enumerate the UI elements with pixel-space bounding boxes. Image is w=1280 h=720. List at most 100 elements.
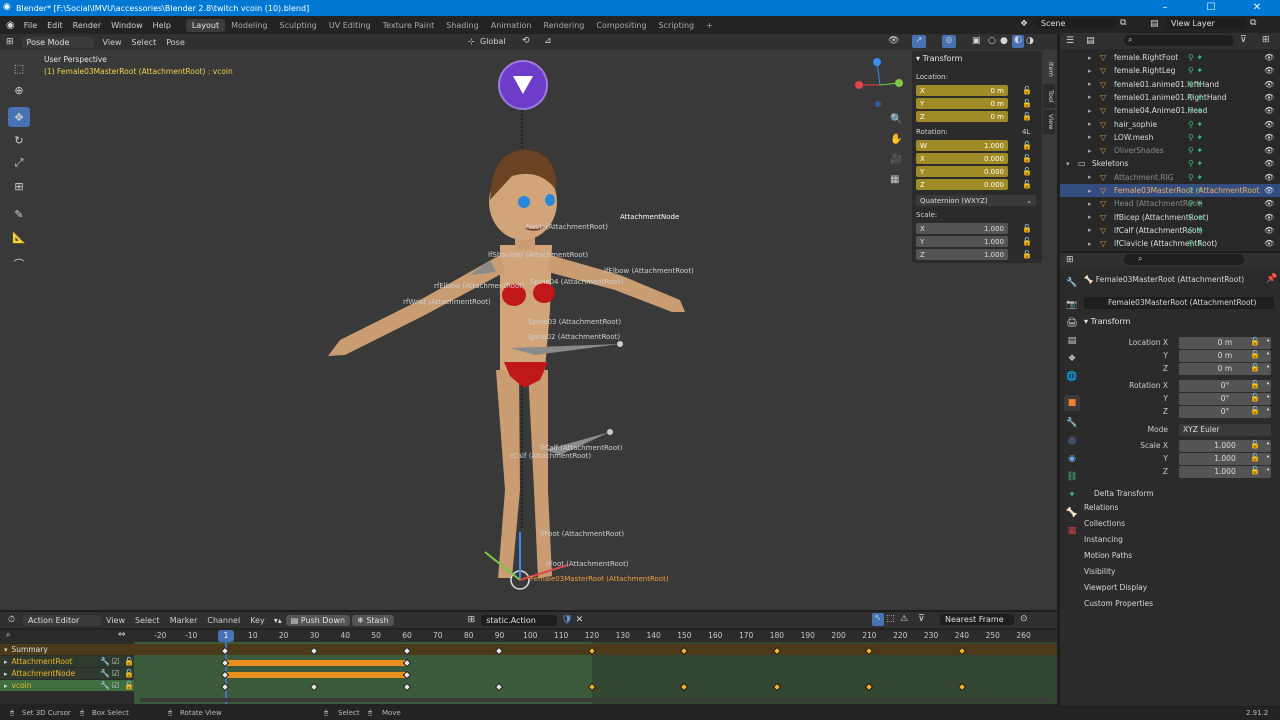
bone-data-tab-icon[interactable]: ✦ <box>1064 487 1080 503</box>
keyframe-dot-icon[interactable]: • <box>1266 337 1270 345</box>
constraints-tab-icon[interactable]: ⛓ <box>1064 469 1080 485</box>
expand-arrow-icon[interactable]: ▸ <box>1088 67 1092 75</box>
snap-mode-dropdown[interactable]: Nearest Frame <box>940 614 1014 625</box>
view-layer-icon[interactable]: ▤ <box>1150 19 1159 29</box>
dopesheet-menu-select[interactable]: Select <box>130 616 165 625</box>
dopesheet-filter-icon[interactable]: ⊽ <box>918 614 925 624</box>
tab-sculpting[interactable]: Sculpting <box>274 19 323 32</box>
section-instancing[interactable]: Instancing <box>1084 535 1123 544</box>
minimize-button[interactable]: – <box>1142 0 1188 16</box>
visibility-icon[interactable]: 👁 <box>888 36 899 46</box>
rotation-y-field[interactable]: Y 0.000 <box>916 166 1008 177</box>
scene-field[interactable]: Scene <box>1036 18 1116 29</box>
viewport-menu-select[interactable]: Select <box>127 38 162 47</box>
new-view-layer-icon[interactable]: ⧉ <box>1250 18 1256 28</box>
texture-tab-icon[interactable]: ▦ <box>1064 523 1080 539</box>
menu-render[interactable]: Render <box>68 21 106 30</box>
expand-arrow-icon[interactable]: ▸ <box>1088 93 1092 101</box>
show-hidden-icon[interactable]: ⬚ <box>886 614 895 624</box>
tab-modeling[interactable]: Modeling <box>225 19 273 32</box>
visibility-eye-icon[interactable]: 👁 <box>1264 53 1274 62</box>
expand-arrow-icon[interactable]: ▸ <box>1088 147 1092 155</box>
menu-file[interactable]: File <box>19 21 42 30</box>
grid-view-icon[interactable]: ▦ <box>890 174 899 185</box>
fake-user-icon[interactable]: 🛡 <box>561 615 572 625</box>
wrench-icon[interactable]: 🔧 <box>100 657 110 666</box>
expand-arrow-icon[interactable]: ▸ <box>1088 80 1092 88</box>
outliner-row[interactable]: ▸ ▽ hair_sophie ⚲ ✦ 👁 <box>1060 118 1280 131</box>
3d-viewport[interactable]: User Perspective (1) Female03MasterRoot … <box>0 50 1057 610</box>
transform-panel-title[interactable]: ▾ Transform <box>916 54 1036 66</box>
keyframe-dot-icon[interactable]: • <box>1266 393 1270 401</box>
dopesheet-menu-view[interactable]: View <box>101 616 130 625</box>
expand-arrow-icon[interactable]: ▸ <box>4 682 8 690</box>
keyframe-dot-icon[interactable]: • <box>1266 350 1270 358</box>
expand-arrow-icon[interactable]: ▸ <box>1088 120 1092 128</box>
expand-arrow-icon[interactable]: ▸ <box>1088 213 1092 221</box>
outliner-row[interactable]: ▸ ▽ lfBicep (AttachmentRoot) ⚲ ✦ 👁 <box>1060 211 1280 224</box>
keyframe-dot-icon[interactable]: • <box>1266 363 1270 371</box>
rotation-w-field[interactable]: W 1.000 <box>916 140 1008 151</box>
proportional-icon[interactable]: ⊙ <box>1020 614 1028 624</box>
errors-icon[interactable]: ⚠ <box>900 614 908 624</box>
expand-arrow-icon[interactable]: ▸ <box>1088 133 1092 141</box>
outliner-row[interactable]: ▸ ▽ lfCalf (AttachmentRoot) ⚲ ✦ 👁 <box>1060 224 1280 237</box>
rotation-mode-dropdown[interactable]: Quaternion (WXYZ) ⌄ <box>916 195 1036 206</box>
expand-arrow-icon[interactable]: ▸ <box>1088 240 1092 248</box>
action-name-field[interactable]: static.Action <box>481 614 558 626</box>
tab-rendering[interactable]: Rendering <box>538 19 591 32</box>
lock-icon[interactable]: 🔓 <box>1022 99 1032 108</box>
visibility-eye-icon[interactable]: 👁 <box>1264 133 1274 142</box>
lock-icon[interactable]: 🔓 <box>1022 237 1032 246</box>
outliner-row[interactable]: ▸ ▽ female04.Anime01.Head ⚲ ✦ 👁 <box>1060 104 1280 117</box>
editor-type-icon[interactable]: ⊞ <box>6 37 14 47</box>
section-relations[interactable]: Relations <box>1084 503 1118 512</box>
lock-icon[interactable]: 🔓 <box>124 657 134 666</box>
editor-type-icon[interactable]: ⏱ <box>8 615 15 625</box>
particles-tab-icon[interactable]: ◎ <box>1064 433 1080 449</box>
editor-type-icon[interactable]: ☰ <box>1066 36 1074 46</box>
tab-texture-paint[interactable]: Texture Paint <box>377 19 441 32</box>
dopesheet-menu-channel[interactable]: Channel <box>202 616 245 625</box>
scale-x-field[interactable]: X 1.000 <box>916 223 1008 234</box>
visibility-eye-icon[interactable]: 👁 <box>1264 239 1274 248</box>
physics-tab-icon[interactable]: ◉ <box>1064 451 1080 467</box>
outliner-row[interactable]: ▸ ▽ Head (AttachmentRoot) ⚲ ✦ 👁 <box>1060 197 1280 210</box>
overlay-toggle-icon[interactable]: ◎ <box>942 35 956 48</box>
keyframe-dot-icon[interactable]: • <box>1266 440 1270 448</box>
rotation-x-field[interactable]: X 0.000 <box>916 153 1008 164</box>
tab-compositing[interactable]: Compositing <box>590 19 652 32</box>
location-x-field[interactable]: X0 m <box>916 85 1008 96</box>
maximize-button[interactable]: ☐ <box>1188 0 1234 16</box>
horizontal-scrollbar[interactable] <box>140 698 1050 702</box>
lock-icon[interactable]: 🔓 <box>1022 180 1032 189</box>
expand-arrow-icon[interactable]: ▸ <box>1088 200 1092 208</box>
channel-search[interactable]: ⌕ ⇔ <box>0 630 134 642</box>
unlink-action-icon[interactable]: ✕ <box>576 615 584 625</box>
lock-icon[interactable]: 🔓 <box>1250 350 1260 359</box>
orientation-dropdown[interactable]: Global <box>480 37 506 46</box>
outliner-row[interactable]: ▸ ▽ LOW.mesh ⚲ ✦ 👁 <box>1060 131 1280 144</box>
dopesheet-menu-key[interactable]: Key <box>245 616 270 625</box>
bone-name-field[interactable]: Female03MasterRoot (AttachmentRoot) <box>1084 297 1274 309</box>
expand-arrow-icon[interactable]: ▸ <box>1088 54 1092 62</box>
lock-icon[interactable]: 🔓 <box>1022 250 1032 259</box>
render-tab-icon[interactable]: 📷 <box>1064 297 1080 313</box>
location-y-field[interactable]: Y0 m <box>916 98 1008 109</box>
scene-tab-icon[interactable]: ❖ <box>1064 351 1080 367</box>
object-tab-icon[interactable]: ■ <box>1064 395 1080 411</box>
location-z-field[interactable]: Z0 m <box>916 111 1008 122</box>
visibility-eye-icon[interactable]: 👁 <box>1264 213 1274 222</box>
visibility-eye-icon[interactable]: 👁 <box>1264 186 1274 195</box>
xray-icon[interactable]: ▣ <box>972 36 981 46</box>
lock-icon[interactable]: 🔓 <box>124 669 134 678</box>
pivot-icon[interactable]: ⟲ <box>522 36 530 46</box>
scale-z-field[interactable]: Z 1.000 <box>916 249 1008 260</box>
outliner-row[interactable]: ▸ ▽ Female03MasterRoot (AttachmentRoot ⚲ ✦ 👁 <box>1060 184 1280 197</box>
visibility-eye-icon[interactable]: 👁 <box>1264 120 1274 129</box>
viewport-menu-view[interactable]: View <box>98 38 127 47</box>
keyframe-dot-icon[interactable]: • <box>1266 466 1270 474</box>
lock-icon[interactable]: 🔓 <box>1250 393 1260 402</box>
visibility-eye-icon[interactable]: 👁 <box>1264 199 1274 208</box>
keyframe-dot-icon[interactable]: • <box>1266 380 1270 388</box>
